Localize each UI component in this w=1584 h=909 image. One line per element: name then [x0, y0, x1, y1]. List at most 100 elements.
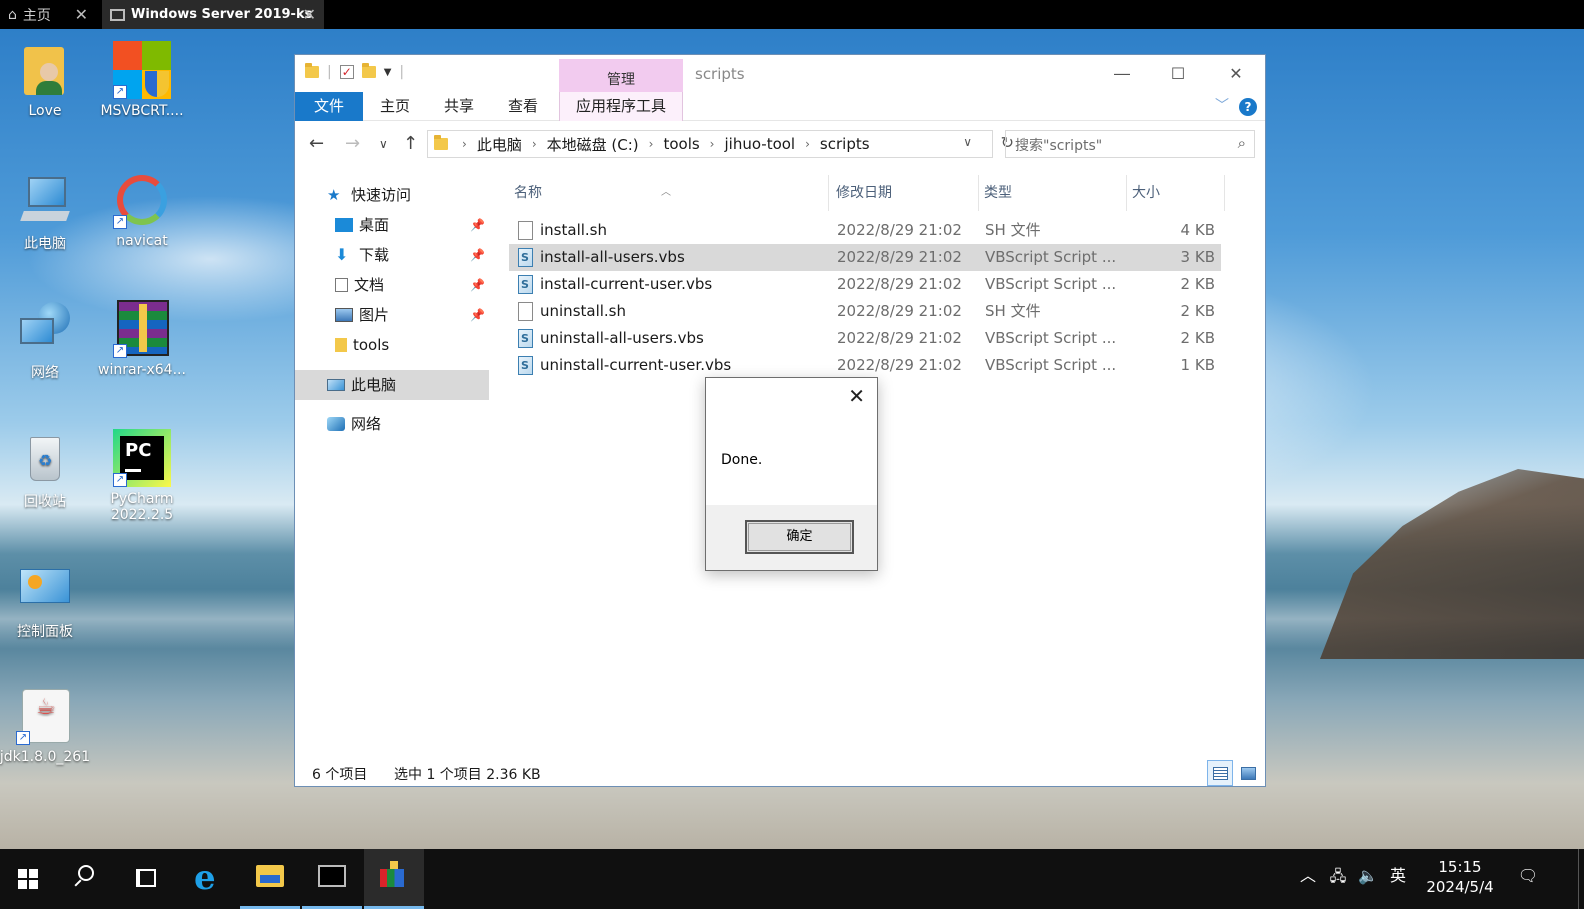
file-row[interactable]: uninstall-current-user.vbs 2022/8/29 21:…	[509, 352, 1221, 379]
file-icon	[518, 221, 533, 240]
desktop-icon-control-panel[interactable]: 控制面板	[0, 559, 93, 641]
clock[interactable]: 15:15 2024/5/4	[1420, 857, 1500, 897]
back-arrow-icon[interactable]: ←	[309, 133, 324, 154]
nav-quick-access[interactable]: ★ 快速访问	[295, 180, 489, 210]
winrar-icon: ↗	[113, 300, 171, 358]
desktop-icon-love[interactable]: Love	[0, 41, 93, 119]
network-icon	[16, 300, 74, 358]
up-arrow-icon[interactable]: ↑	[403, 133, 418, 154]
script-host-icon	[380, 869, 404, 887]
recent-locations-icon[interactable]: ∨	[379, 137, 388, 151]
search-icon: ⌕	[1237, 134, 1246, 152]
clock-date: 2024/5/4	[1426, 878, 1494, 896]
vm-tab-home-label: 主页	[22, 7, 51, 24]
taskbar-internet-explorer[interactable]: e	[178, 849, 238, 909]
tab-app-tools[interactable]: 应用程序工具	[559, 92, 683, 121]
pin-icon[interactable]: 📌	[470, 240, 485, 270]
properties-icon[interactable]: ✓	[339, 65, 354, 79]
nav-this-pc[interactable]: 此电脑	[295, 370, 489, 400]
volume-muted-icon[interactable]: 🔈	[1356, 849, 1380, 909]
desktop-icon-network[interactable]: 网络	[0, 300, 93, 382]
breadcrumb-scripts[interactable]: scripts	[820, 135, 870, 153]
picture-icon	[335, 307, 353, 322]
close-button[interactable]: ✕	[1213, 59, 1259, 89]
action-center-icon[interactable]: 🗨	[1514, 849, 1542, 909]
pin-icon[interactable]: 📌	[470, 210, 485, 240]
desktop-icon-pycharm[interactable]: PC ↗ PyCharm 2022.2.5	[94, 429, 190, 523]
search-button[interactable]	[58, 849, 118, 909]
tab-view[interactable]: 查看	[495, 92, 551, 121]
close-icon[interactable]: ✕	[848, 384, 865, 408]
ime-indicator[interactable]: 英	[1386, 849, 1410, 909]
nav-pictures[interactable]: 图片 📌	[295, 300, 489, 330]
taskbar: e ︿ 🖧 🔈 英 15:15 2024/5/4 🗨	[0, 849, 1584, 909]
nav-network[interactable]: 网络	[295, 409, 489, 439]
breadcrumb-jihuo-tool[interactable]: jihuo-tool	[724, 135, 795, 153]
large-icons-view-button[interactable]	[1235, 760, 1261, 786]
search-input[interactable]: 搜索"scripts" ⌕	[1005, 130, 1255, 158]
vm-tab-windows-server[interactable]: Windows Server 2019-ks ✕	[102, 0, 324, 29]
close-icon[interactable]: ✕	[75, 5, 88, 24]
tab-file[interactable]: 文件	[295, 92, 363, 121]
nav-desktop[interactable]: 桌面 📌	[295, 210, 489, 240]
minimize-button[interactable]: ―	[1099, 59, 1145, 89]
maximize-button[interactable]: ☐	[1155, 59, 1201, 89]
pin-icon[interactable]: 📌	[470, 270, 485, 300]
taskbar-script-host[interactable]	[364, 849, 424, 909]
address-bar[interactable]: › 此电脑 › 本地磁盘 (C:) › tools › jihuo-tool ›…	[427, 130, 1014, 158]
new-folder-icon[interactable]	[361, 63, 376, 78]
column-header-date[interactable]: 修改日期	[831, 175, 979, 211]
help-icon[interactable]: ?	[1239, 98, 1257, 116]
file-row[interactable]: uninstall-all-users.vbs 2022/8/29 21:02 …	[509, 325, 1221, 352]
desktop-icon-msvbcrt[interactable]: ↗ MSVBCRT....	[94, 41, 190, 119]
show-desktop-button[interactable]	[1578, 849, 1584, 909]
message-text: Done.	[721, 452, 763, 468]
desktop-icon-jdk[interactable]: ☕ ↗ jdk1.8.0_261	[0, 687, 93, 765]
taskbar-command-prompt[interactable]	[302, 849, 362, 909]
vm-tab-active-label: Windows Server 2019-ks	[131, 7, 313, 22]
breadcrumb-this-pc[interactable]: 此电脑	[477, 134, 522, 155]
column-header-name[interactable]: 名称 ︿	[509, 175, 829, 211]
column-header-size[interactable]: 大小	[1127, 175, 1225, 211]
document-icon	[335, 277, 348, 292]
start-button[interactable]	[0, 849, 60, 909]
desktop-icon-navicat[interactable]: ↗ navicat	[94, 171, 190, 249]
breadcrumb-tools[interactable]: tools	[663, 135, 699, 153]
vm-screen-icon	[110, 8, 125, 21]
nav-documents[interactable]: 文档 📌	[295, 270, 489, 300]
desktop-icon-recycle-bin[interactable]: ♻ 回收站	[0, 429, 93, 511]
forward-arrow-icon[interactable]: →	[345, 133, 360, 154]
chevron-down-icon[interactable]: ∨	[963, 135, 972, 149]
status-bar: 6 个项目 选中 1 个项目 2.36 KB	[295, 760, 1265, 786]
tab-home[interactable]: 主页	[367, 92, 423, 121]
command-prompt-icon	[318, 865, 346, 887]
chevron-down-icon[interactable]: ▼	[384, 67, 392, 78]
tab-share[interactable]: 共享	[431, 92, 487, 121]
network-status-icon[interactable]: 🖧	[1326, 849, 1350, 909]
details-view-button[interactable]	[1207, 760, 1233, 786]
title-bar[interactable]: | ✓ ▼ | 管理 scripts ― ☐ ✕	[295, 55, 1265, 92]
file-row[interactable]: uninstall.sh 2022/8/29 21:02 SH 文件 2 KB	[509, 298, 1221, 325]
show-hidden-icons-icon[interactable]: ︿	[1296, 849, 1320, 909]
task-view-button[interactable]	[116, 849, 176, 909]
file-row[interactable]: install-current-user.vbs 2022/8/29 21:02…	[509, 271, 1221, 298]
desktop-icon-this-pc[interactable]: 此电脑	[0, 171, 93, 253]
file-row[interactable]: install.sh 2022/8/29 21:02 SH 文件 4 KB	[509, 217, 1221, 244]
taskbar-file-explorer[interactable]	[240, 849, 300, 909]
desktop-icon-label: jdk1.8.0_261	[0, 749, 91, 765]
home-icon: ⌂	[8, 6, 17, 23]
internet-explorer-icon: e	[194, 858, 216, 898]
pin-icon[interactable]: 📌	[470, 300, 485, 330]
column-header-type[interactable]: 类型	[979, 175, 1127, 211]
ribbon-tabs: 文件 主页 共享 查看 应用程序工具 ﹀ ?	[295, 92, 1265, 121]
breadcrumb-local-disk[interactable]: 本地磁盘 (C:)	[547, 134, 639, 155]
expand-ribbon-icon[interactable]: ﹀	[1215, 95, 1229, 115]
ok-button[interactable]: 确定	[745, 520, 854, 554]
nav-downloads[interactable]: ⬇ 下载 📌	[295, 240, 489, 270]
desktop-folder-icon	[335, 217, 353, 232]
close-icon[interactable]: ✕	[303, 5, 316, 24]
vm-tab-home[interactable]: ⌂ 主页 ✕	[0, 0, 96, 29]
desktop-icon-winrar[interactable]: ↗ winrar-x64...	[94, 300, 190, 378]
file-row[interactable]: install-all-users.vbs 2022/8/29 21:02 VB…	[509, 244, 1221, 271]
nav-tools[interactable]: tools	[295, 330, 489, 360]
